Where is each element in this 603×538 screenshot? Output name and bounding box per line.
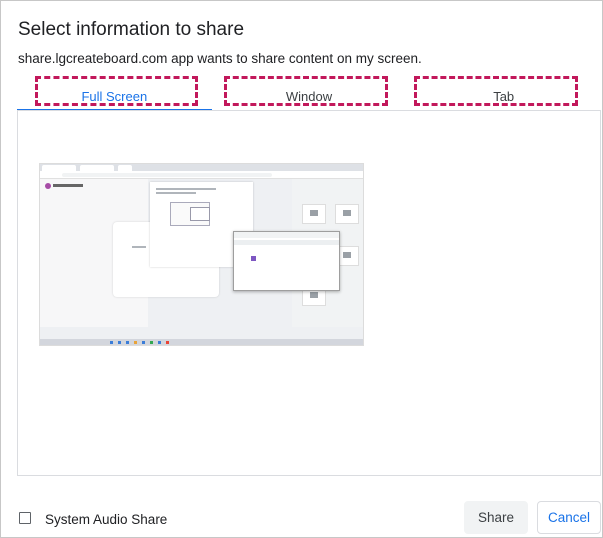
thumb-taskbar-icon [126, 341, 129, 344]
tab-window[interactable]: Window [212, 75, 407, 111]
dialog-title: Select information to share [18, 19, 245, 40]
source-panel [17, 111, 601, 476]
thumb-taskbar-icon [158, 341, 161, 344]
tab-bar: Full Screen Window Tab [17, 75, 601, 111]
thumb-app-toolbar [234, 240, 339, 245]
cancel-button[interactable]: Cancel [537, 501, 601, 534]
share-button[interactable]: Share [464, 501, 528, 534]
thumb-text-line [156, 192, 196, 194]
thumb-taskbar-icon [134, 341, 137, 344]
thumb-taskbar-icon [142, 341, 145, 344]
tab-window-label: Window [285, 88, 333, 104]
thumb-taskbar-icon [110, 341, 113, 344]
thumb-taskbar [40, 339, 363, 345]
thumb-inner-frame-nested [190, 207, 210, 221]
tab-full-screen[interactable]: Full Screen [17, 75, 212, 111]
thumb-taskbar-icon [118, 341, 121, 344]
dialog-subtitle: share.lgcreateboard.com app wants to sha… [18, 51, 422, 66]
thumb-app-window [233, 231, 340, 291]
tab-tab-label: Tab [493, 88, 515, 104]
screen-preview-thumbnail[interactable] [39, 163, 364, 346]
system-audio-checkbox[interactable] [19, 512, 31, 524]
tab-full-screen-label: Full Screen [81, 88, 148, 104]
system-audio-label: System Audio Share [45, 512, 168, 527]
thumb-text-line [132, 246, 146, 248]
thumb-panel-box [302, 204, 326, 224]
thumb-address-bar [62, 173, 272, 177]
thumb-panel-box [335, 204, 359, 224]
thumb-logo-text [53, 184, 83, 187]
thumb-taskbar-icon [166, 341, 169, 344]
thumb-logo-icon [45, 183, 51, 189]
thumb-app-titlebar [234, 232, 339, 238]
thumb-text-line [156, 188, 216, 190]
thumb-app-cursor [251, 256, 256, 261]
share-dialog: Select information to share share.lgcrea… [0, 0, 603, 538]
tab-tab[interactable]: Tab [406, 75, 601, 111]
thumb-taskbar-icon [150, 341, 153, 344]
